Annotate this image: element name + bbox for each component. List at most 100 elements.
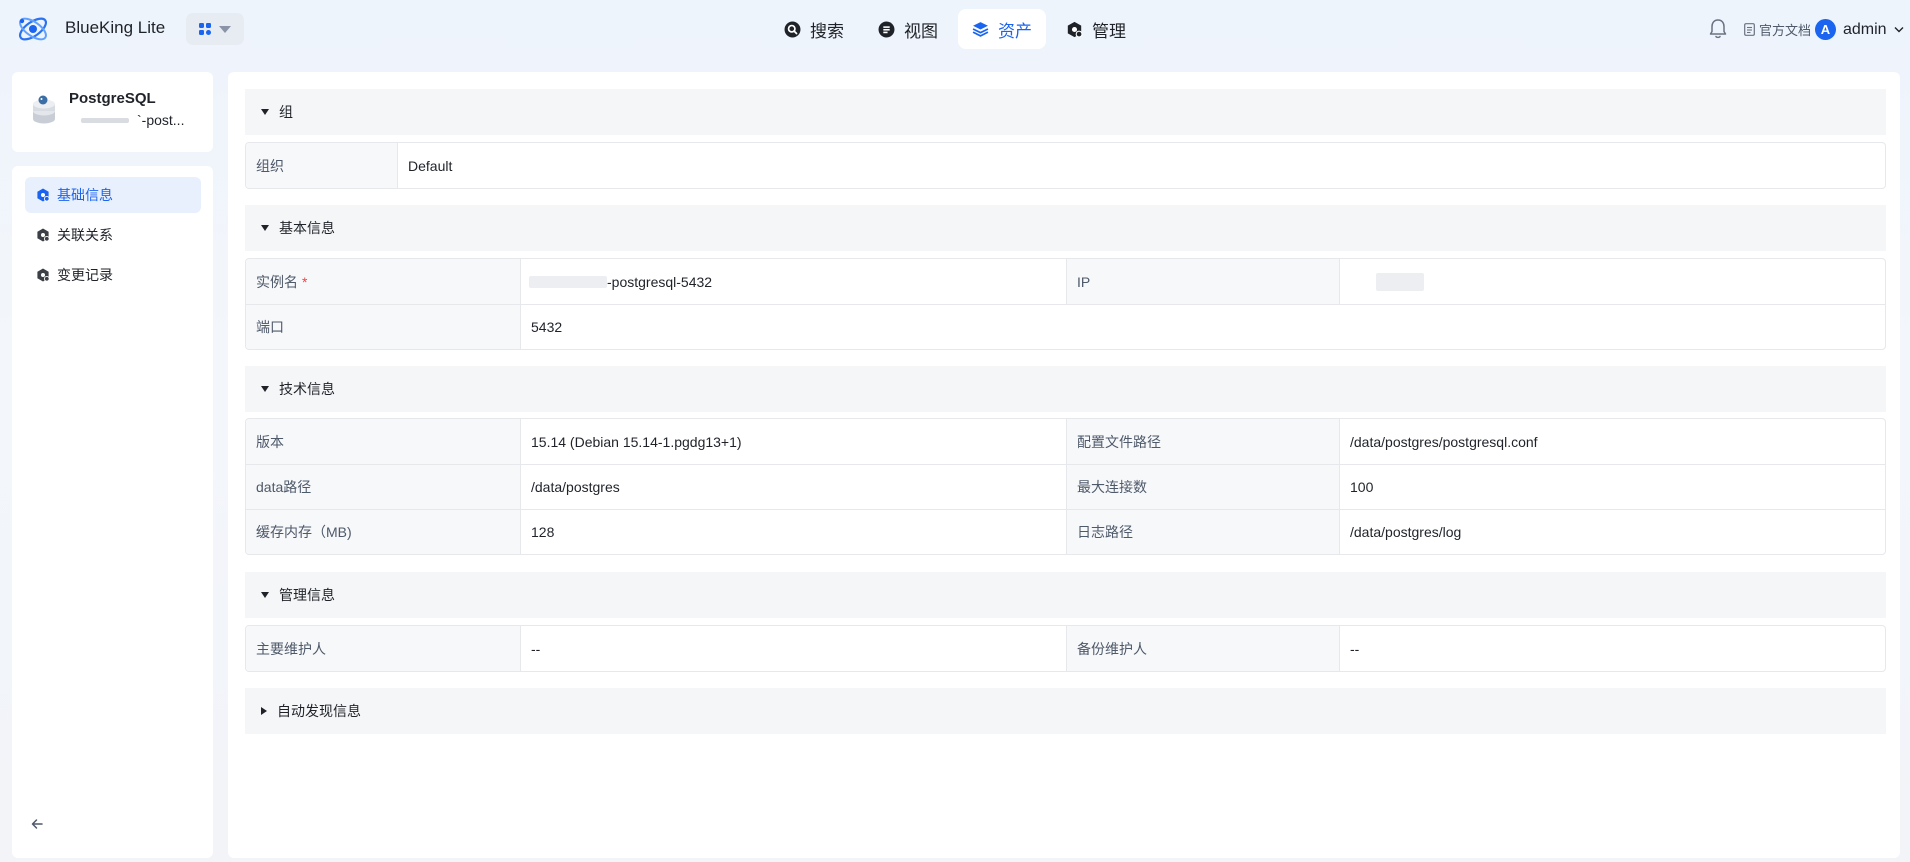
app-switcher[interactable] xyxy=(186,13,244,45)
field-label: 最大连接数 xyxy=(1067,465,1340,509)
menu-item-basic-info[interactable]: 基础信息 xyxy=(25,177,201,213)
main-nav: 搜索 视图 资产 管理 xyxy=(770,9,1140,49)
field-value: 5432 xyxy=(531,319,563,335)
chevron-down-icon xyxy=(1894,27,1904,33)
menu-item-label: 变更记录 xyxy=(57,267,113,283)
nav-search[interactable]: 搜索 xyxy=(770,9,858,49)
collapse-sidebar-icon[interactable] xyxy=(29,816,45,832)
section-title: 自动发现信息 xyxy=(277,703,361,719)
table-row: data路径 /data/postgres 最大连接数 100 xyxy=(246,464,1885,509)
basic-info-icon xyxy=(37,188,50,202)
field-value: -- xyxy=(521,626,1067,671)
masked-text xyxy=(81,117,129,123)
relations-icon xyxy=(37,228,50,242)
field-label: 主要维护人 xyxy=(246,626,521,671)
table-row: 版本 15.14 (Debian 15.14-1.pgdg13+1) 配置文件路… xyxy=(246,419,1885,464)
instance-subtitle: `-post... xyxy=(69,112,184,128)
field-value xyxy=(1340,259,1885,304)
layers-icon xyxy=(972,21,989,37)
field-value: -- xyxy=(1350,640,1360,657)
field-label: 版本 xyxy=(246,419,521,464)
section-title: 管理信息 xyxy=(279,587,335,603)
field-value: /data/postgres xyxy=(521,465,1067,509)
field-value: /data/postgres/log xyxy=(1350,524,1462,540)
table-row: 缓存内存（MB) 128 日志路径 /data/postgres/log xyxy=(246,509,1885,554)
group-table: 组织 Default xyxy=(245,142,1886,189)
masked-text xyxy=(529,275,607,288)
nav-asset[interactable]: 资产 xyxy=(958,9,1046,49)
table-row: 实例名 * -postgresql-5432 IP xyxy=(246,259,1885,304)
bell-icon[interactable] xyxy=(1708,18,1728,40)
caret-down-icon xyxy=(261,109,269,115)
instance-subtitle-text: `-post... xyxy=(137,112,185,128)
nav-manage[interactable]: 管理 xyxy=(1052,9,1140,49)
menu-item-label: 基础信息 xyxy=(57,187,113,203)
field-label: 日志路径 xyxy=(1067,510,1340,554)
menu-item-change-log[interactable]: 变更记录 xyxy=(25,257,201,293)
instance-card: PostgreSQL `-post... xyxy=(12,72,213,152)
field-value: 128 xyxy=(521,510,1067,554)
instance-name-value: -postgresql-5432 xyxy=(607,273,713,290)
section-group-header[interactable]: 组 xyxy=(245,89,1886,135)
blueking-logo-icon[interactable] xyxy=(16,12,50,46)
nav-view[interactable]: 视图 xyxy=(864,9,952,49)
document-icon xyxy=(1744,23,1755,36)
side-menu: 基础信息 关联关系 变更记录 xyxy=(12,166,213,858)
field-label: 备份维护人 xyxy=(1067,626,1340,671)
instance-type-title: PostgreSQL xyxy=(69,90,156,107)
caret-down-icon xyxy=(261,225,269,231)
table-row: 主要维护人 -- 备份维护人 -- xyxy=(246,626,1885,671)
required-mark: * xyxy=(302,273,308,290)
manage-table: 主要维护人 -- 备份维护人 -- xyxy=(245,625,1886,672)
table-row: 端口 5432 xyxy=(246,304,1885,349)
field-label: 组织 xyxy=(246,143,398,188)
masked-ip xyxy=(1376,272,1424,291)
menu-item-relations[interactable]: 关联关系 xyxy=(25,217,201,253)
section-basic-header[interactable]: 基本信息 xyxy=(245,205,1886,251)
apps-grid-icon xyxy=(199,23,211,35)
caret-down-icon xyxy=(261,386,269,392)
field-label: 配置文件路径 xyxy=(1067,419,1340,464)
caret-right-icon xyxy=(261,707,267,715)
user-menu[interactable]: A admin xyxy=(1815,19,1904,40)
chevron-down-icon xyxy=(219,25,231,33)
field-value: /data/postgres/postgresql.conf xyxy=(1350,433,1538,450)
view-icon xyxy=(878,21,895,37)
top-header: BlueKing Lite 搜索 视图 资产 管理 官方文档 A admin xyxy=(0,0,1910,58)
nav-manage-label: 管理 xyxy=(1092,21,1126,41)
field-label: data路径 xyxy=(246,465,521,509)
username: admin xyxy=(1843,20,1887,38)
field-label: 实例名 * xyxy=(246,259,521,304)
manage-icon xyxy=(1067,21,1083,37)
nav-view-label: 视图 xyxy=(904,21,938,41)
section-tech-header[interactable]: 技术信息 xyxy=(245,366,1886,412)
tech-table: 版本 15.14 (Debian 15.14-1.pgdg13+1) 配置文件路… xyxy=(245,418,1886,555)
section-title: 基本信息 xyxy=(279,220,335,236)
field-value: 15.14 (Debian 15.14-1.pgdg13+1) xyxy=(521,419,1067,464)
section-manage-header[interactable]: 管理信息 xyxy=(245,572,1886,618)
detail-panel: 组 组织 Default 基本信息 实例名 * -postgresql-5432… xyxy=(228,72,1900,858)
nav-asset-label: 资产 xyxy=(998,21,1032,41)
section-title: 技术信息 xyxy=(279,381,335,397)
table-row: 组织 Default xyxy=(246,143,1885,188)
postgresql-database-icon xyxy=(33,95,55,124)
official-docs-link[interactable]: 官方文档 xyxy=(1744,20,1811,39)
field-value: -postgresql-5432 xyxy=(521,259,1067,304)
field-value: 100 xyxy=(1350,479,1374,495)
official-docs-label: 官方文档 xyxy=(1759,23,1812,38)
section-title: 组 xyxy=(279,104,293,120)
brand-name: BlueKing Lite xyxy=(65,18,166,37)
field-label: IP xyxy=(1067,259,1340,304)
field-label: 端口 xyxy=(246,305,521,349)
change-log-icon xyxy=(37,268,50,282)
avatar: A xyxy=(1815,19,1836,40)
basic-table: 实例名 * -postgresql-5432 IP 端口 5432 xyxy=(245,258,1886,350)
caret-down-icon xyxy=(261,592,269,598)
menu-item-label: 关联关系 xyxy=(57,227,113,243)
instance-name-label: 实例名 xyxy=(256,273,298,290)
field-value: Default xyxy=(408,157,453,174)
nav-search-label: 搜索 xyxy=(810,21,844,41)
section-auto-discovery-header[interactable]: 自动发现信息 xyxy=(245,688,1886,734)
search-icon xyxy=(784,21,801,37)
field-label: 缓存内存（MB) xyxy=(246,510,521,554)
